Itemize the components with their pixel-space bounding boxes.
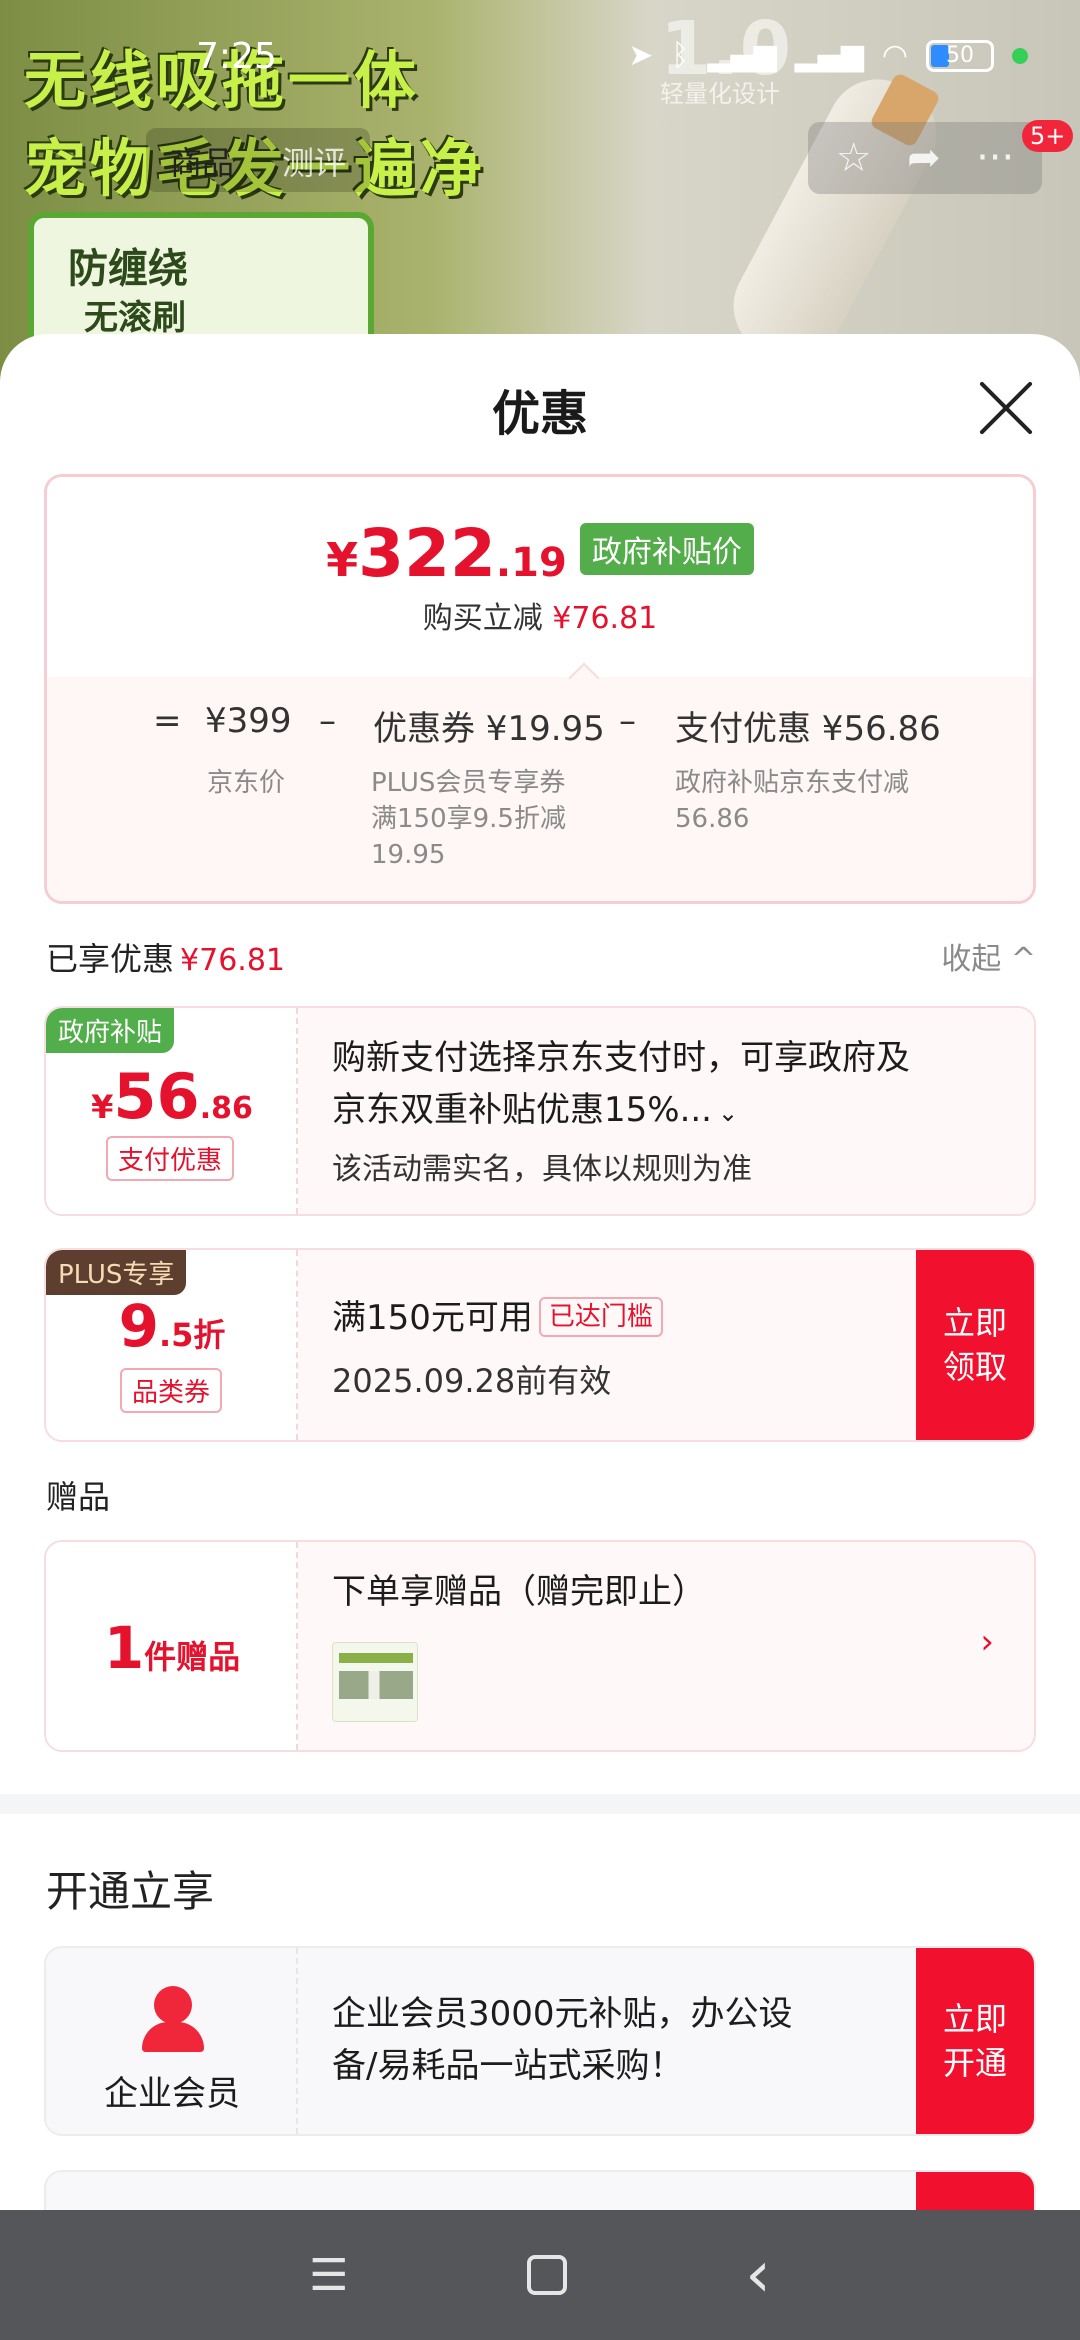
gov-subsidy-tag: 政府补贴价	[579, 523, 754, 575]
pay-discount-amount: 支付优惠 ¥56.86	[675, 709, 941, 749]
price-top: ¥322.19 政府补贴价 购买立减 ¥76.81	[47, 477, 1033, 677]
home-icon[interactable]	[526, 2255, 567, 2295]
jd-price-label: 京东价	[207, 768, 286, 798]
next-member-card	[44, 2170, 1036, 2210]
member-icon	[138, 1986, 208, 2056]
open-member-heading: 开通立享	[46, 1867, 215, 1916]
discount-summary: 购买立减 ¥76.81	[47, 593, 1033, 637]
gov-card-left: 政府补贴 ¥56.86 支付优惠	[46, 1008, 298, 1214]
discount-value: ¥76.81	[552, 601, 658, 636]
price-breakdown: = ¥399 – 优惠券 ¥19.95 – 支付优惠 ¥56.86 京东价 PL…	[47, 677, 1033, 901]
system-nav-bar: ☰ ‹	[0, 2210, 1080, 2340]
member-card-left: 企业会员	[46, 1948, 298, 2134]
battery-icon: 50	[926, 39, 994, 72]
pay-discount-note: 政府补贴京东支付减 56.86	[675, 768, 910, 834]
claim-coupon-button[interactable]: 立即 领取	[916, 1250, 1034, 1440]
product-action-bar: ☆ ➦ ···	[808, 122, 1042, 194]
open-member-button[interactable]: 立即 开通	[916, 1948, 1034, 2134]
price-summary-card: ¥322.19 政府补贴价 购买立减 ¥76.81 = ¥399 – 优惠券 ¥…	[44, 474, 1036, 904]
gift-count: 1件赠品	[103, 1614, 241, 1682]
signal-2-icon: ▂▄▆	[794, 38, 864, 73]
gift-thumbnail[interactable]	[332, 1642, 418, 1722]
minus-sign-1: –	[319, 701, 336, 741]
collapse-toggle[interactable]: 收起 ^	[941, 934, 1036, 978]
coupon-note: PLUS会员专享券 满150享9.5折减 19.95	[371, 768, 566, 870]
discount-sheet: 优惠 ¥322.19 政府补贴价 购买立减 ¥76.81 = ¥399 – 优惠…	[0, 334, 1080, 2210]
discount-label: 购买立减	[422, 601, 543, 636]
gifts-heading: 赠品	[46, 1478, 111, 1516]
tab-review[interactable]: 测评	[258, 128, 370, 192]
wifi-icon: ◠	[881, 38, 908, 73]
bluetooth-icon: ᛒ	[671, 38, 690, 73]
currency-symbol: ¥	[326, 533, 359, 587]
star-icon[interactable]: ☆	[836, 135, 872, 181]
threshold-reached-tag: 已达门槛	[538, 1297, 663, 1337]
price-integer: 322	[358, 515, 496, 592]
coupon-condition: 满150元可用 已达门槛	[332, 1292, 663, 1344]
status-bar: 7:25 ➤ ᛒ ▂▄▆ ▂▄▆ ◠ 50	[0, 0, 1080, 110]
notification-badge: 5+	[1022, 120, 1074, 152]
member-label: 企业会员	[104, 2074, 240, 2114]
equals-sign: =	[153, 701, 182, 741]
gift-arrow-icon[interactable]: ›	[980, 1622, 994, 1662]
plus-card-left: PLUS专享 9.5折 品类券	[46, 1250, 298, 1440]
share-icon[interactable]: ➦	[907, 135, 941, 181]
feature-line-2: 无滚刷	[84, 298, 186, 338]
enjoyed-discount-value: ¥76.81	[180, 943, 285, 978]
more-icon[interactable]: ···	[976, 135, 1014, 181]
minus-sign-2: –	[619, 701, 636, 741]
gov-discount-type: 支付优惠	[106, 1136, 235, 1181]
location-icon: ➤	[628, 38, 654, 73]
enterprise-member-card: 企业会员 企业会员3000元补贴，办公设 备/易耗品一站式采购！ 立即 开通	[44, 1946, 1036, 2136]
gov-discount-amount: ¥56.86	[91, 1060, 253, 1133]
member-description: 企业会员3000元补贴，办公设 备/易耗品一站式采购！	[332, 1994, 793, 2086]
gift-card[interactable]: 1件赠品 下单享赠品（赠完即止） ›	[44, 1540, 1036, 1752]
enjoyed-discount-heading: 已享优惠 ¥76.81	[46, 940, 285, 978]
section-divider	[0, 1794, 1080, 1814]
product-tabs: 商品 测评	[146, 128, 371, 192]
gov-card-note: 该活动需实名，具体以规则为准	[332, 1152, 752, 1187]
gift-card-left: 1件赠品	[46, 1542, 298, 1750]
coupon-type: 品类券	[120, 1368, 223, 1413]
coupon-amount: 优惠券 ¥19.95	[373, 709, 605, 749]
sheet-title: 优惠	[491, 386, 588, 442]
gift-title: 下单享赠品（赠完即止）	[332, 1572, 706, 1612]
final-price: ¥322.19 政府补贴价	[47, 515, 1033, 592]
gov-subsidy-corner-tag: 政府补贴	[46, 1008, 175, 1053]
expand-icon[interactable]: ⌄	[718, 1099, 738, 1127]
gov-subsidy-card[interactable]: 政府补贴 ¥56.86 支付优惠 购新支付选择京东支付时，可享政府及 京东双重补…	[44, 1006, 1036, 1216]
plus-discount: 9.5折	[118, 1292, 226, 1360]
coupon-expiry: 2025.09.28前有效	[332, 1362, 612, 1400]
signal-icon: ▂▄▆	[707, 38, 777, 73]
price-decimal: .19	[495, 540, 567, 586]
status-icons: ➤ ᛒ ▂▄▆ ▂▄▆ ◠ 50	[628, 38, 1028, 73]
status-time: 7:25	[196, 36, 277, 77]
tab-product[interactable]: 商品	[146, 128, 258, 192]
gov-card-description: 购新支付选择京东支付时，可享政府及 京东双重补贴优惠15%... ⌄	[332, 1038, 910, 1130]
plus-coupon-card: PLUS专享 9.5折 品类券 满150元可用 已达门槛 2025.09.28前有…	[44, 1248, 1036, 1442]
close-icon[interactable]	[976, 378, 1036, 438]
plus-corner-tag: PLUS专享	[46, 1250, 187, 1295]
privacy-dot-icon	[1012, 47, 1028, 64]
back-icon[interactable]: ‹	[745, 2238, 771, 2312]
jd-price: ¥399	[205, 701, 292, 741]
next-member-button[interactable]	[916, 2172, 1034, 2210]
menu-icon[interactable]: ☰	[309, 2250, 348, 2301]
feature-line-1: 防缠绕	[68, 246, 188, 292]
